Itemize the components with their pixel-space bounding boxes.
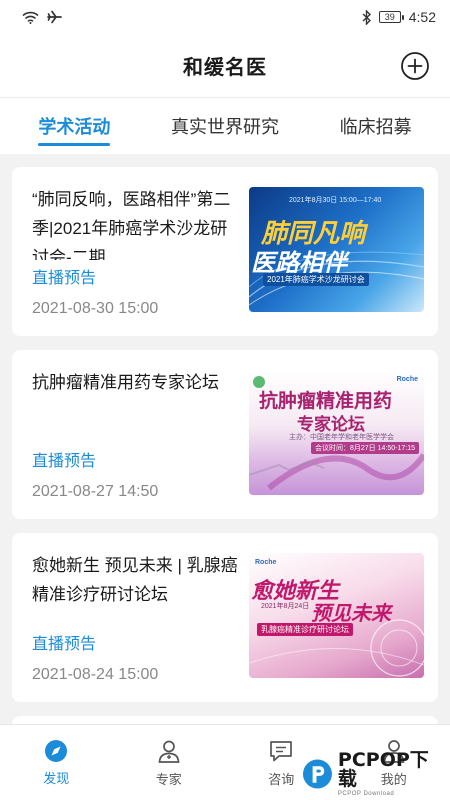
nav-experts[interactable]: 专家 <box>129 738 209 788</box>
clock: 4:52 <box>408 9 436 25</box>
status-bar: 39 4:52 <box>0 0 450 34</box>
chat-icon <box>270 740 293 761</box>
card-thumbnail: Roche 抗肿瘤精准用药 专家论坛 主办：中国老年学和老年医学学会 会议时间：… <box>249 370 424 495</box>
thumb-subtitle: 2021年肺癌学术沙龙研讨会 <box>263 273 369 286</box>
roche-logo: Roche <box>255 559 277 566</box>
battery-level: 39 <box>384 11 395 22</box>
thumb-date: 2021年8月30日 15:00—17:40 <box>289 197 382 204</box>
compass-icon <box>45 739 68 762</box>
nav-label: 咨询 <box>268 771 295 787</box>
live-preview-tag: 直播预告 <box>32 636 97 653</box>
card-thumbnail: Roche 愈她新生 预见未来 2021年8月24日 乳腺癌精准诊疗研讨论坛 <box>249 553 424 678</box>
activity-card[interactable]: 愈她新生 预见未来 | 乳腺癌精准诊疗研讨论坛 直播预告 2021-08-24 … <box>12 533 438 702</box>
thumb-headline-2: 预见未来 <box>311 603 391 625</box>
card-date: 2021-08-27 14:50 <box>32 483 159 500</box>
card-title: 愈她新生 预见未来 | 乳腺癌精准诊疗研讨论坛 <box>32 556 238 604</box>
activity-list: “肺同反响，医路相伴”第二季|2021年肺癌学术沙龙研讨会-二期 直播预告 20… <box>0 154 450 724</box>
activity-card-partial[interactable] <box>12 716 438 724</box>
wifi-icon <box>22 11 39 24</box>
card-thumbnail: 2021年8月30日 15:00—17:40 肺同凡响 医路相伴 2021年肺癌… <box>249 187 424 312</box>
card-date: 2021-08-30 15:00 <box>32 300 159 317</box>
airplane-mode-icon <box>47 10 62 24</box>
tab-real-world-research[interactable]: 真实世界研究 <box>171 98 279 154</box>
nav-discover[interactable]: 发现 <box>16 739 96 787</box>
thumb-date: 2021年8月24日 <box>261 603 310 610</box>
thumb-host: 主办：中国老年学和老年医学学会 <box>289 434 394 441</box>
live-preview-tag: 直播预告 <box>32 270 97 287</box>
watermark-subtext: PCPOP Download <box>337 791 395 797</box>
thumb-headline: 抗肿瘤精准用药 <box>259 391 393 412</box>
roche-logo: Roche <box>396 376 418 383</box>
nav-label: 发现 <box>43 770 70 786</box>
tab-clinical-recruitment[interactable]: 临床招募 <box>340 98 412 154</box>
tab-academic-activities[interactable]: 学术活动 <box>38 98 111 154</box>
battery-icon: 39 <box>378 11 404 23</box>
bluetooth-icon <box>362 9 371 25</box>
watermark-text: PCPOP下载 <box>337 749 429 790</box>
card-title: “肺同反响，医路相伴”第二季|2021年肺癌学术沙龙研讨会-二期 <box>32 190 231 260</box>
app-header: 和缓名医 <box>0 34 450 98</box>
watermark-logo-icon <box>302 759 332 789</box>
card-date: 2021-08-24 15:00 <box>32 666 159 683</box>
watermark: PCPOP下载 PCPOP Download <box>302 749 444 797</box>
category-tabs: 学术活动 真实世界研究 临床招募 <box>0 98 450 154</box>
thumb-subtitle: 乳腺癌精准诊疗研讨论坛 <box>257 623 353 636</box>
page-title: 和缓名医 <box>183 57 267 79</box>
live-preview-tag: 直播预告 <box>32 453 97 470</box>
thumb-date: 会议时间：8月27日 14:50-17:15 <box>311 442 419 454</box>
activity-card[interactable]: 抗肿瘤精准用药专家论坛 直播预告 2021-08-27 14:50 Roche … <box>12 350 438 519</box>
nav-label: 专家 <box>155 771 182 787</box>
add-circle-icon[interactable] <box>400 51 430 81</box>
card-title: 抗肿瘤精准用药专家论坛 <box>32 373 219 392</box>
doctor-icon <box>158 740 180 763</box>
activity-card[interactable]: “肺同反响，医路相伴”第二季|2021年肺癌学术沙龙研讨会-二期 直播预告 20… <box>12 167 438 336</box>
